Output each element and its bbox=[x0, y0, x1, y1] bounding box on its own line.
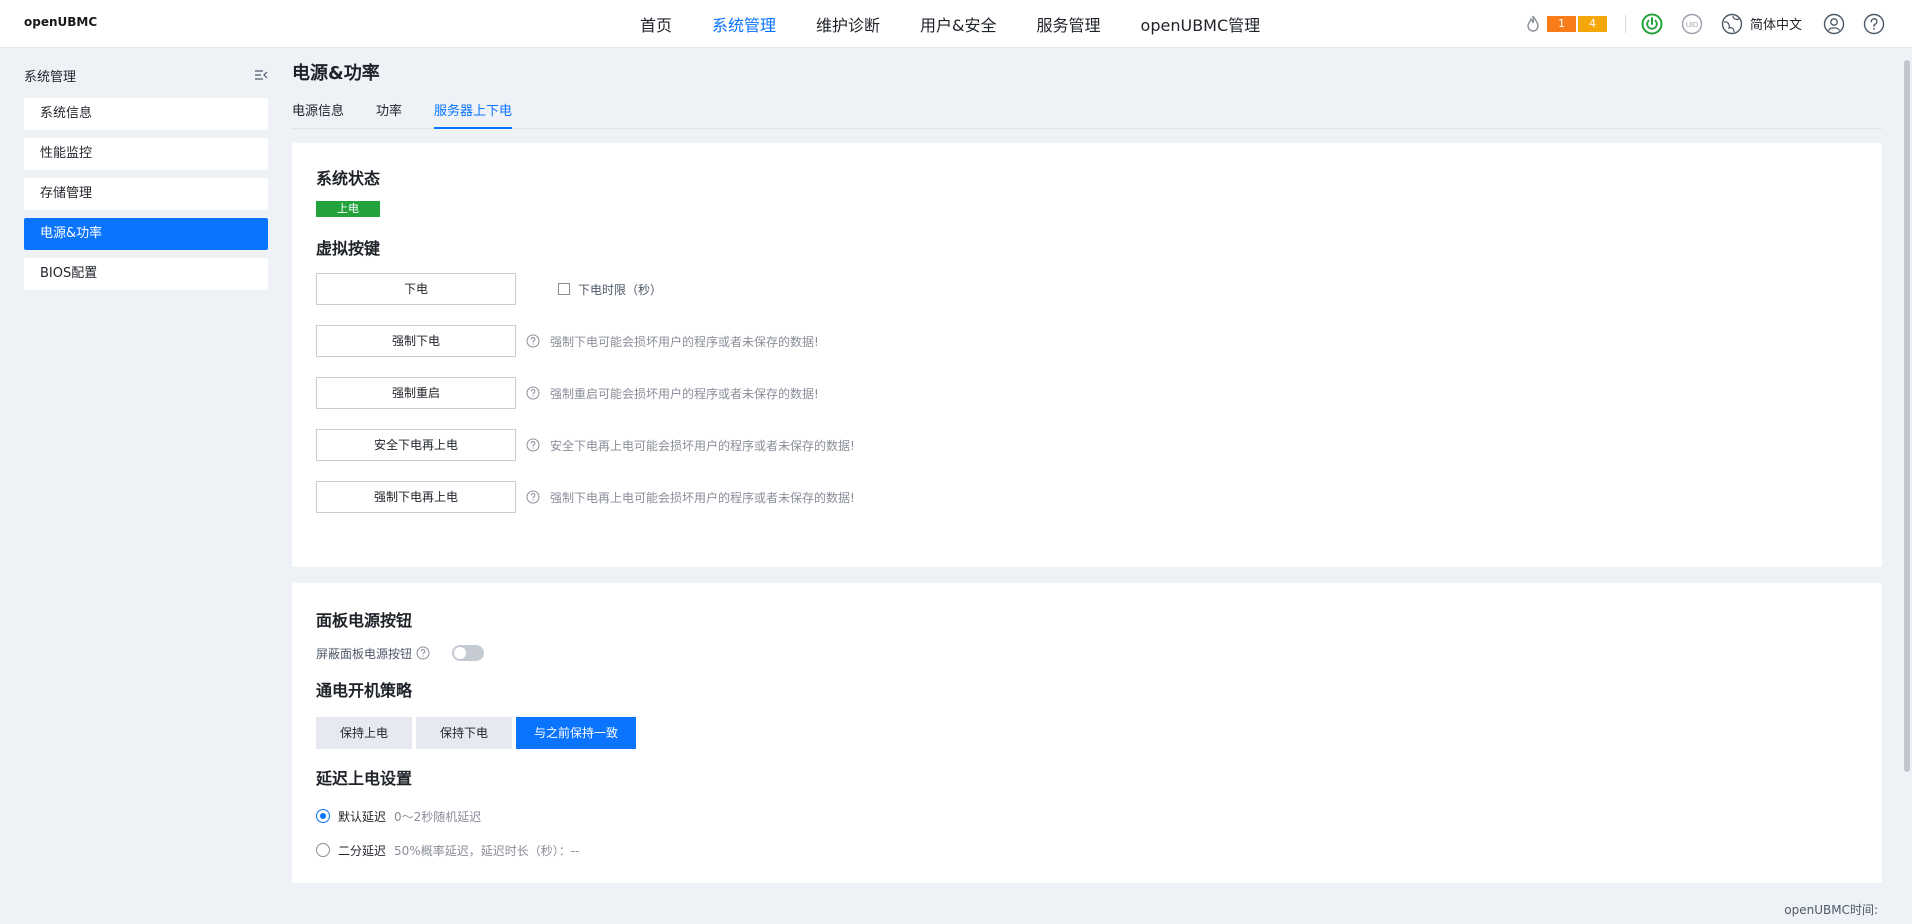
force-off-button[interactable]: 强制下电 bbox=[316, 325, 516, 357]
sidebar-item-power[interactable]: 电源&功率 bbox=[24, 218, 268, 250]
safe-power-cycle-button[interactable]: 安全下电再上电 bbox=[316, 429, 516, 461]
alarm-major-badge[interactable]: 1 bbox=[1546, 15, 1576, 32]
power-control-card: 系统状态 上电 虚拟按键 下电 下电时限（秒） 强制下电 强制下电可能会损坏用户… bbox=[292, 143, 1882, 567]
sidebar-item-storage[interactable]: 存储管理 bbox=[24, 178, 268, 210]
safe-cycle-warning: 安全下电再上电可能会损坏用户的程序或者未保存的数据! bbox=[550, 438, 855, 453]
page-title: 电源&功率 bbox=[292, 63, 380, 84]
main-content: 电源&功率 电源信息 功率 服务器上下电 系统状态 上电 虚拟按键 下电 下电时… bbox=[292, 60, 1882, 883]
top-nav: 首页 系统管理 维护诊断 用户&安全 服务管理 openUBMC管理 bbox=[640, 0, 1300, 47]
force-reset-warning: 强制重启可能会损坏用户的程序或者未保存的数据! bbox=[550, 386, 819, 401]
tab-power-consumption[interactable]: 功率 bbox=[376, 102, 402, 128]
force-reset-button[interactable]: 强制重启 bbox=[316, 377, 516, 409]
half-delay-radio[interactable] bbox=[316, 843, 330, 857]
uid-icon[interactable]: UID bbox=[1680, 12, 1704, 36]
panel-power-button-title: 面板电源按钮 bbox=[316, 611, 413, 630]
half-delay-label: 二分延迟 bbox=[338, 843, 387, 858]
mask-panel-button-label: 屏蔽面板电源按钮 bbox=[316, 646, 413, 661]
half-delay-desc: 50%概率延迟，延迟时长（秒）：-- bbox=[394, 843, 580, 858]
nav-maintenance[interactable]: 维护诊断 bbox=[816, 12, 880, 36]
power-on-policy-title: 通电开机策略 bbox=[316, 681, 413, 700]
force-off-row: 强制下电 强制下电可能会损坏用户的程序或者未保存的数据! bbox=[316, 325, 1858, 357]
sidebar-item-performance[interactable]: 性能监控 bbox=[24, 138, 268, 170]
policy-stay-on-button[interactable]: 保持上电 bbox=[316, 717, 412, 749]
collapse-sidebar-icon[interactable] bbox=[254, 68, 268, 82]
app-logo: openUBMC bbox=[24, 15, 98, 29]
help-circle-icon[interactable] bbox=[526, 386, 540, 400]
tab-bar: 电源信息 功率 服务器上下电 bbox=[292, 102, 1882, 129]
nav-service-management[interactable]: 服务管理 bbox=[1037, 12, 1101, 36]
safe-cycle-row: 安全下电再上电 安全下电再上电可能会损坏用户的程序或者未保存的数据! bbox=[316, 429, 1858, 461]
force-reset-row: 强制重启 强制重启可能会损坏用户的程序或者未保存的数据! bbox=[316, 377, 1858, 409]
help-circle-icon[interactable] bbox=[526, 490, 540, 504]
policy-stay-off-button[interactable]: 保持下电 bbox=[416, 717, 512, 749]
sidebar-header: 系统管理 bbox=[24, 60, 268, 90]
sidebar-item-bios[interactable]: BIOS配置 bbox=[24, 258, 268, 290]
force-off-warning: 强制下电可能会损坏用户的程序或者未保存的数据! bbox=[550, 334, 819, 349]
globe-icon[interactable] bbox=[1720, 12, 1744, 36]
nav-openubmc-management[interactable]: openUBMC管理 bbox=[1141, 12, 1261, 36]
nav-home[interactable]: 首页 bbox=[640, 12, 672, 36]
tab-server-power-control[interactable]: 服务器上下电 bbox=[434, 102, 513, 129]
sidebar: 系统管理 系统信息 性能监控 存储管理 电源&功率 BIOS配置 bbox=[24, 60, 268, 290]
virtual-keys-title: 虚拟按键 bbox=[316, 239, 381, 258]
user-icon[interactable] bbox=[1822, 12, 1846, 36]
default-delay-row: 默认延迟 0～2秒随机延迟 bbox=[316, 807, 1858, 825]
status-badge: 上电 bbox=[316, 201, 380, 217]
force-cycle-warning: 强制下电再上电可能会损坏用户的程序或者未保存的数据! bbox=[550, 490, 855, 505]
mask-panel-button-toggle[interactable] bbox=[452, 645, 485, 661]
power-icon[interactable] bbox=[1640, 12, 1664, 36]
top-bar: openUBMC 首页 系统管理 维护诊断 用户&安全 服务管理 openUBM… bbox=[0, 0, 1912, 48]
flame-icon[interactable] bbox=[1523, 14, 1543, 34]
scrollbar-thumb[interactable] bbox=[1904, 60, 1910, 772]
help-circle-icon[interactable] bbox=[416, 646, 430, 660]
half-delay-row: 二分延迟 50%概率延迟，延迟时长（秒）：-- bbox=[316, 841, 1858, 859]
default-delay-label: 默认延迟 bbox=[338, 809, 387, 824]
power-off-row: 下电 下电时限（秒） bbox=[316, 273, 1858, 305]
sidebar-item-system-info[interactable]: 系统信息 bbox=[24, 98, 268, 130]
power-settings-card: 面板电源按钮 屏蔽面板电源按钮 通电开机策略 保持上电 保持下电 与之前保持一致… bbox=[292, 583, 1882, 883]
mask-panel-button-row: 屏蔽面板电源按钮 bbox=[316, 645, 1858, 661]
language-selector[interactable]: 简体中文 bbox=[1750, 14, 1802, 33]
nav-system-management[interactable]: 系统管理 bbox=[712, 12, 776, 36]
default-delay-radio[interactable] bbox=[316, 809, 330, 823]
force-cycle-row: 强制下电再上电 强制下电再上电可能会损坏用户的程序或者未保存的数据! bbox=[316, 481, 1858, 513]
divider bbox=[1624, 14, 1626, 33]
tab-power-info[interactable]: 电源信息 bbox=[292, 102, 344, 128]
svg-text:UID: UID bbox=[1686, 22, 1698, 29]
default-delay-desc: 0～2秒随机延迟 bbox=[394, 809, 482, 824]
help-circle-icon[interactable] bbox=[526, 334, 540, 348]
help-circle-icon[interactable] bbox=[526, 438, 540, 452]
alarm-minor-badge[interactable]: 4 bbox=[1577, 15, 1607, 32]
footer-time: openUBMC时间: bbox=[1784, 903, 1878, 917]
power-off-button[interactable]: 下电 bbox=[316, 273, 516, 305]
force-power-cycle-button[interactable]: 强制下电再上电 bbox=[316, 481, 516, 513]
delay-power-on-title: 延迟上电设置 bbox=[316, 769, 413, 788]
power-on-policy-segmented: 保持上电 保持下电 与之前保持一致 bbox=[316, 717, 1858, 749]
policy-restore-previous-button[interactable]: 与之前保持一致 bbox=[516, 717, 636, 749]
power-off-timeout-label: 下电时限（秒） bbox=[578, 282, 663, 297]
system-status-title: 系统状态 bbox=[316, 169, 381, 188]
nav-user-security[interactable]: 用户&安全 bbox=[920, 12, 996, 36]
top-right-toolbar: 1 4 UID 简体中文 bbox=[1523, 0, 1886, 47]
power-off-timeout-checkbox[interactable] bbox=[558, 283, 570, 295]
help-icon[interactable] bbox=[1862, 12, 1886, 36]
page-scrollbar[interactable] bbox=[1904, 60, 1910, 772]
sidebar-title: 系统管理 bbox=[24, 69, 77, 85]
